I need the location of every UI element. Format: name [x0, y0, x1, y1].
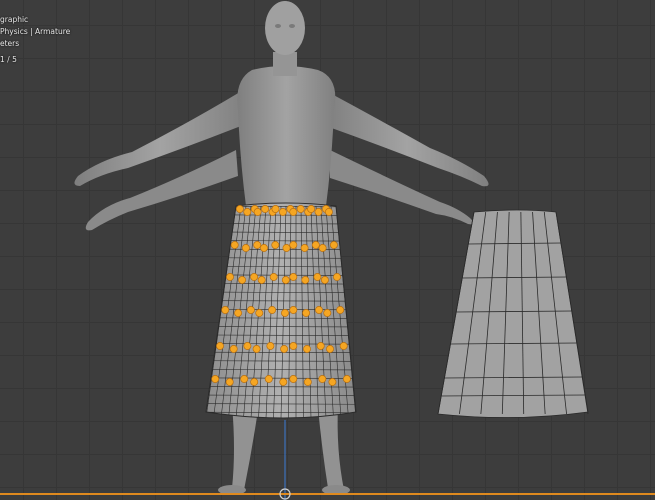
selected-vertex: [260, 244, 268, 252]
selected-skirt-cloth[interactable]: [150, 202, 400, 419]
selected-vertex: [318, 375, 327, 383]
selected-vertex: [307, 205, 316, 213]
selected-vertex: [339, 342, 348, 350]
selected-vertex: [289, 241, 298, 249]
selected-vertex: [280, 345, 289, 353]
selected-vertex: [289, 375, 298, 383]
selected-vertex: [314, 208, 323, 216]
selected-vertex: [230, 241, 239, 249]
selected-vertex: [252, 345, 261, 353]
selected-vertex: [323, 309, 332, 317]
torso: [237, 66, 336, 206]
selected-vertex: [216, 342, 224, 350]
neck: [273, 52, 297, 76]
selected-vertex: [333, 273, 341, 281]
selected-vertex: [211, 375, 220, 383]
selected-vertex: [226, 273, 234, 281]
selected-vertex: [234, 309, 243, 317]
selected-vertex: [279, 378, 288, 386]
selected-vertex: [225, 378, 234, 386]
selected-vertex: [318, 244, 327, 252]
selected-vertex: [240, 375, 249, 383]
selected-vertex: [253, 208, 262, 216]
selected-vertex: [289, 208, 298, 216]
selected-vertex: [268, 306, 277, 314]
selected-vertex: [281, 309, 289, 317]
selected-vertex: [300, 244, 309, 252]
selected-vertex: [303, 378, 312, 386]
selected-vertex: [271, 241, 280, 249]
selected-vertex: [229, 345, 238, 353]
selected-vertex: [238, 276, 247, 284]
selected-vertex: [257, 276, 266, 284]
selected-vertex: [336, 306, 345, 314]
selected-vertex: [326, 345, 334, 353]
selected-vertex: [235, 205, 244, 213]
head: [265, 1, 305, 55]
selected-vertex: [289, 306, 298, 314]
selected-vertex: [243, 342, 252, 350]
selected-vertex: [246, 306, 255, 314]
selected-vertex: [266, 342, 275, 350]
selected-vertex: [315, 306, 323, 314]
selected-vertex: [271, 205, 280, 213]
selected-vertex: [289, 273, 298, 281]
selected-vertex: [296, 205, 305, 213]
selected-vertex: [278, 208, 287, 216]
selected-vertex: [313, 273, 322, 281]
selected-vertex: [303, 345, 311, 353]
skirt-cage-mesh[interactable]: [437, 209, 589, 418]
selected-vertex: [253, 241, 262, 249]
selected-vertex: [324, 208, 333, 216]
selected-vertex: [250, 378, 259, 386]
selected-vertex: [250, 273, 259, 281]
3d-viewport[interactable]: graphic Physics | Armature eters 1 / 5: [0, 0, 655, 500]
selected-vertex: [316, 342, 325, 350]
selected-vertex: [289, 342, 298, 350]
selected-vertex: [264, 375, 273, 383]
selected-vertex: [320, 276, 329, 284]
selected-vertex: [328, 378, 337, 386]
selected-vertex: [269, 273, 278, 281]
selected-vertex: [281, 276, 290, 284]
selected-vertex: [311, 241, 320, 249]
selected-vertex: [261, 205, 270, 213]
left-leg: [232, 405, 258, 490]
selected-vertex: [282, 244, 291, 252]
right-leg: [318, 405, 344, 490]
selected-vertex: [302, 309, 311, 317]
selected-vertex: [255, 309, 264, 317]
selected-vertex: [301, 276, 310, 284]
selected-vertex: [221, 306, 230, 314]
scene-canvas[interactable]: [0, 0, 655, 500]
selected-vertex: [329, 241, 338, 249]
selected-vertex: [243, 208, 252, 216]
selected-vertex: [342, 375, 351, 383]
selected-vertex: [241, 244, 250, 252]
